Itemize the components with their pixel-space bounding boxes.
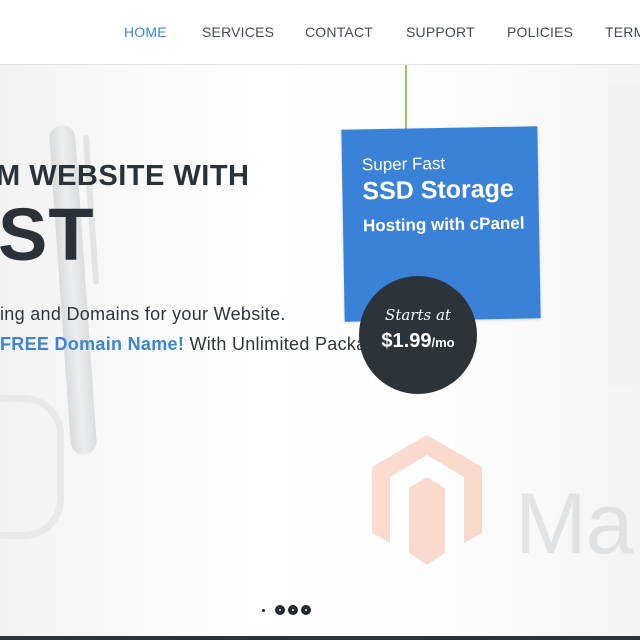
- hero-headline-line1: M WEBSITE WITH: [0, 160, 250, 192]
- promo-line-hosting: Hosting with cPanel: [362, 213, 525, 236]
- badge-price-amount: $1.99: [381, 330, 432, 352]
- free-domain-highlight: FREE Domain Name!: [0, 334, 185, 354]
- nav-item-services[interactable]: SERVICES: [202, 24, 274, 40]
- price-badge: Starts at $1.99/mo: [359, 276, 477, 394]
- nav-item-home[interactable]: HOME: [124, 24, 167, 40]
- slider-dot-small[interactable]: [262, 608, 265, 612]
- badge-price: $1.99/mo: [359, 330, 477, 353]
- magento-wordmark: Ma: [515, 476, 633, 572]
- page: HOME SERVICES CONTACT SUPPORT POLICIES T…: [0, 0, 640, 640]
- hanging-string: [405, 65, 407, 129]
- promo-line-super-fast: Super Fast: [361, 153, 446, 175]
- nav-item-policies[interactable]: POLICIES: [507, 24, 573, 40]
- hero-subline-1: ing and Domains for your Website.: [0, 304, 286, 324]
- nav-item-support[interactable]: SUPPORT: [406, 24, 475, 40]
- slider-dot-3[interactable]: [301, 605, 311, 615]
- hero-subline-2: FREE Domain Name! With Unlimited Package: [0, 334, 387, 355]
- badge-starts-at: Starts at: [385, 306, 451, 324]
- background-flask-image: [0, 395, 64, 539]
- slider-pagination: [262, 603, 314, 617]
- background-card-image: [608, 85, 640, 385]
- hero-headline-line2: ST: [0, 193, 95, 276]
- nav-item-terms[interactable]: TERM: [605, 24, 640, 40]
- slider-dot-1[interactable]: [275, 605, 285, 615]
- top-navbar: HOME SERVICES CONTACT SUPPORT POLICIES T…: [0, 0, 640, 65]
- bottom-border: [0, 636, 640, 640]
- slider-dot-2[interactable]: [288, 605, 298, 615]
- magento-logo-icon: [372, 435, 482, 565]
- nav-item-contact[interactable]: CONTACT: [305, 24, 373, 40]
- promo-line-ssd-storage: SSD Storage: [362, 174, 515, 206]
- badge-price-period: /mo: [431, 335, 455, 350]
- subline-2-rest: With Unlimited Package: [184, 334, 388, 354]
